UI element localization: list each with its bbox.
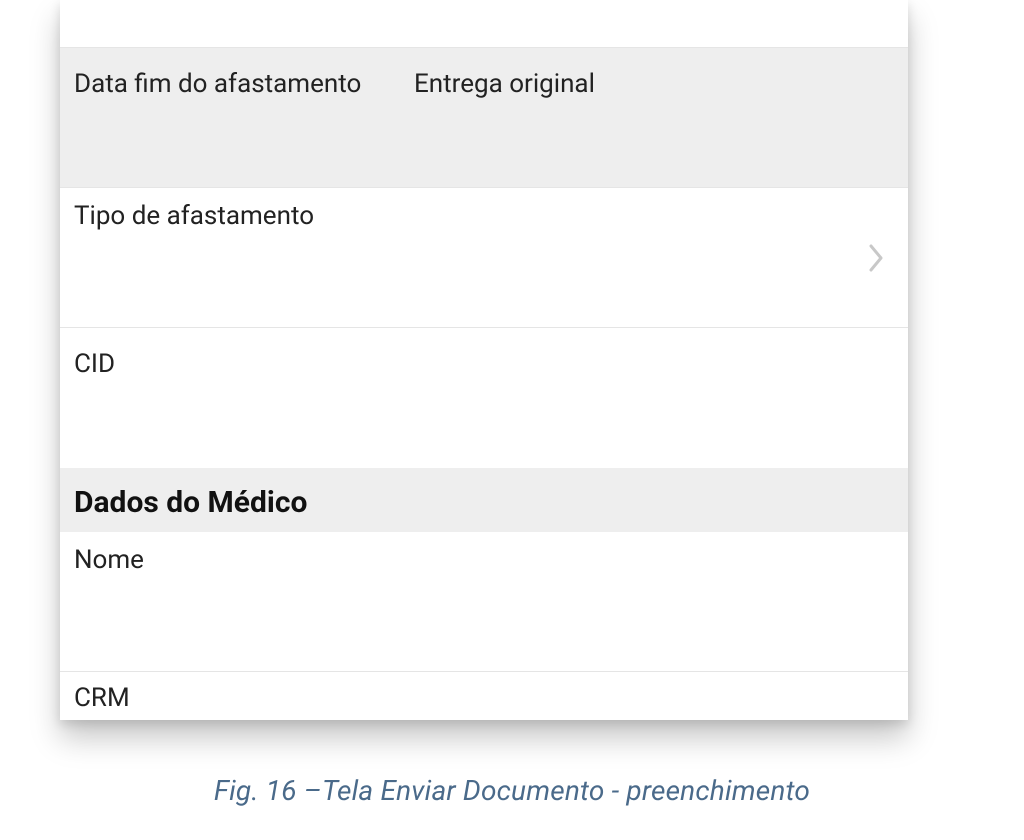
chevron-right-icon (868, 243, 886, 273)
section-header-medico-label: Dados do Médico (74, 485, 307, 520)
top-spacer (60, 0, 908, 48)
entrega-original-label: Entrega original (414, 69, 595, 99)
data-fim-afastamento-label: Data fim do afastamento (74, 69, 361, 99)
row-nome[interactable]: Nome (60, 532, 908, 672)
row-crm[interactable]: CRM (60, 672, 908, 720)
row-data-fim-entrega: Data fim do afastamento Entrega original (60, 48, 908, 188)
figure-caption: Fig. 16 –Tela Enviar Documento - preench… (0, 774, 1024, 807)
section-header-medico: Dados do Médico (60, 468, 908, 532)
cid-label: CID (74, 349, 115, 379)
tipo-afastamento-label: Tipo de afastamento (74, 200, 314, 234)
mobile-form-screenshot: Data fim do afastamento Entrega original… (60, 0, 908, 720)
row-cid[interactable]: CID (60, 328, 908, 468)
row-tipo-afastamento[interactable]: Tipo de afastamento (60, 188, 908, 328)
crm-label: CRM (74, 683, 130, 713)
nome-label: Nome (74, 545, 144, 575)
